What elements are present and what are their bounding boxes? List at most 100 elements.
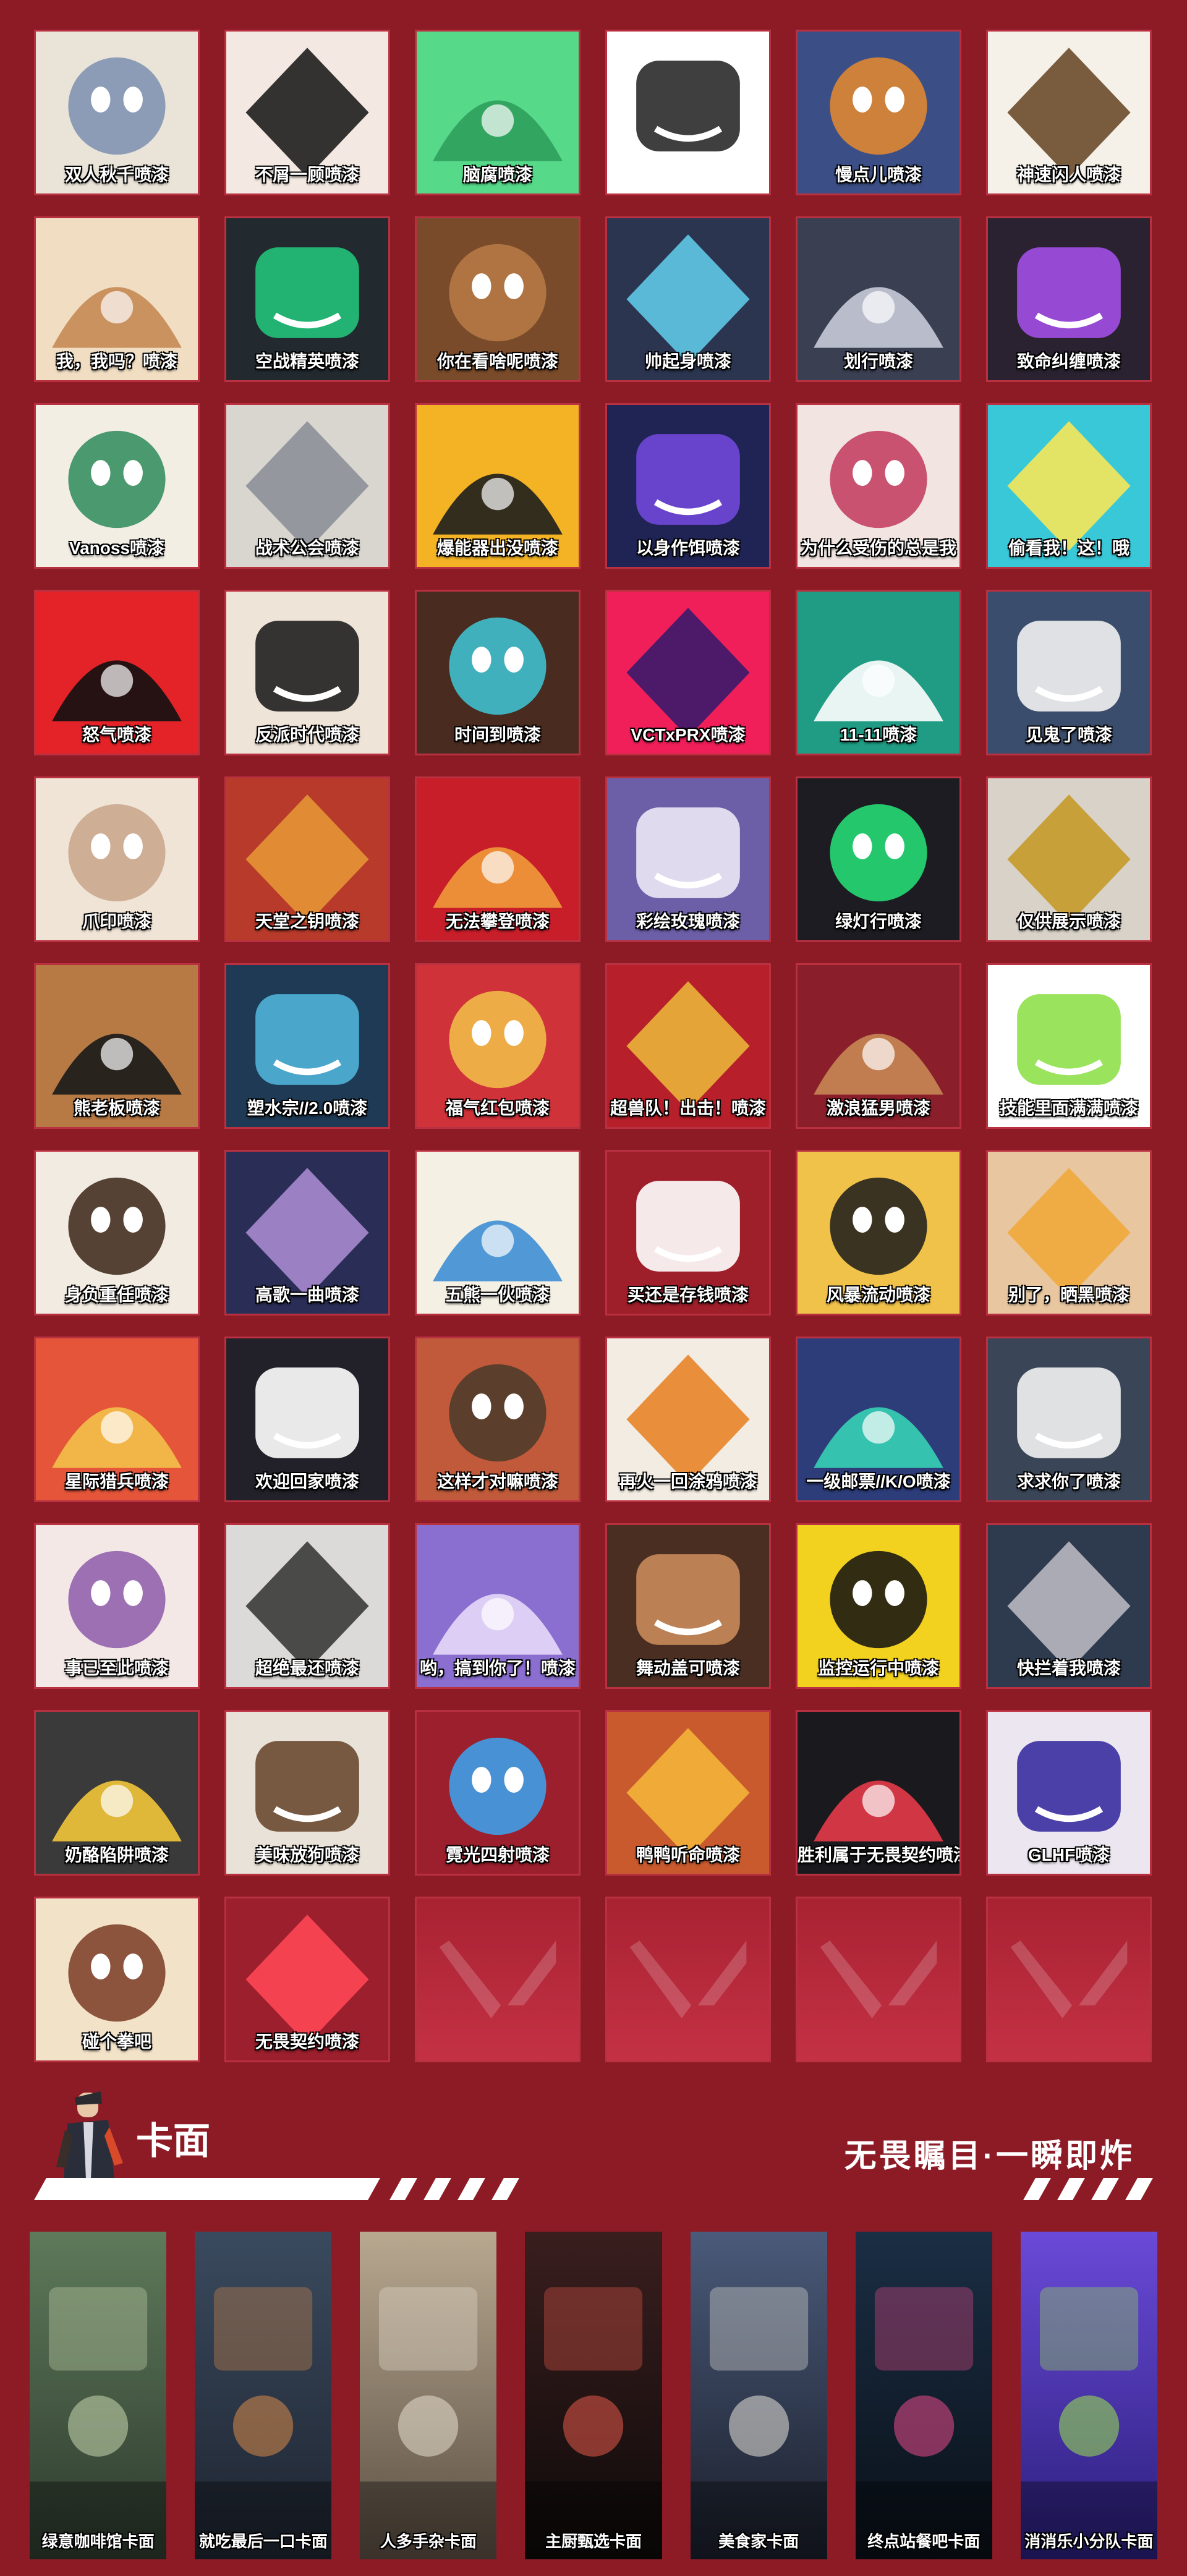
card-item[interactable]: 消消乐小分队卡面	[1020, 2232, 1157, 2559]
spray-item[interactable]: 奶酪陷阱喷漆	[34, 1710, 200, 1876]
spray-item[interactable]: 这样才对嘛喷漆	[415, 1337, 581, 1502]
card-item[interactable]: 人多手杂卡面	[360, 2232, 497, 2559]
spray-item[interactable]: VCTxPRX喷漆	[605, 590, 771, 755]
spray-label: 高歌一曲喷漆	[255, 1285, 359, 1304]
spray-item[interactable]: 碰个拳吧	[34, 1897, 200, 2062]
spray-label: 霓光四射喷漆	[445, 1845, 550, 1864]
spray-item[interactable]: 鸭鸭听命喷漆	[605, 1710, 771, 1876]
spray-item[interactable]	[605, 30, 771, 195]
spray-item[interactable]: 买还是存钱喷漆	[605, 1150, 771, 1316]
card-item[interactable]: 主厨甄选卡面	[525, 2232, 662, 2559]
spray-item[interactable]: 监控运行中喷漆	[796, 1523, 961, 1689]
spray-label: 天堂之钥喷漆	[255, 912, 359, 931]
spray-item[interactable]: 划行喷漆	[796, 216, 961, 382]
spray-item[interactable]: 见鬼了喷漆	[986, 590, 1152, 755]
card-item[interactable]: 终点站餐吧卡面	[855, 2232, 992, 2559]
spray-item[interactable]: 超兽队！出击！喷漆	[605, 963, 771, 1129]
spray-item[interactable]: 超绝最还喷漆	[224, 1523, 390, 1689]
spray-label: 超绝最还喷漆	[255, 1659, 359, 1678]
spray-label: 福气红包喷漆	[445, 1099, 550, 1118]
spray-item[interactable]: 高歌一曲喷漆	[224, 1150, 390, 1316]
spray-label: 仅供展示喷漆	[1016, 912, 1121, 931]
spray-item[interactable]: GLHF喷漆	[986, 1710, 1152, 1876]
spray-item[interactable]: Vanoss喷漆	[34, 403, 200, 569]
spray-item[interactable]: 事已至此喷漆	[34, 1523, 200, 1689]
spray-label: 身负重任喷漆	[64, 1285, 169, 1304]
spray-label: 碰个拳吧	[82, 2032, 151, 2051]
spray-item[interactable]: 一级邮票//K/O喷漆	[796, 1337, 961, 1502]
spray-label: 欢迎回家喷漆	[255, 1472, 359, 1491]
spray-item[interactable]: 霓光四射喷漆	[415, 1710, 581, 1876]
spray-item[interactable]: 无畏契约喷漆	[224, 1897, 390, 2062]
card-item[interactable]: 绿意咖啡馆卡面	[30, 2232, 167, 2559]
puzzle-game-icon	[1020, 2287, 1157, 2559]
spray-item[interactable]: 福气红包喷漆	[415, 963, 581, 1129]
spray-label: Vanoss喷漆	[69, 538, 165, 558]
spray-item[interactable]: 爆能器出没喷漆	[415, 403, 581, 569]
spray-item[interactable]: 快拦着我喷漆	[986, 1523, 1152, 1689]
spray-item[interactable]: 神速闪人喷漆	[986, 30, 1152, 195]
spray-item[interactable]: 技能里面满满喷漆	[986, 963, 1152, 1129]
spray-item[interactable]: 星际猎兵喷漆	[34, 1337, 200, 1502]
spray-item[interactable]: 双人秋千喷漆	[34, 30, 200, 195]
spray-label: 这样才对嘛喷漆	[436, 1472, 558, 1491]
card-item[interactable]: 美食家卡面	[690, 2232, 827, 2559]
spray-label: 11-11喷漆	[840, 725, 917, 744]
valorant-watermark-icon	[629, 1941, 747, 2018]
spray-label: 鸭鸭听命喷漆	[636, 1845, 740, 1864]
spray-item[interactable]: 帅起身喷漆	[605, 216, 771, 382]
spray-item[interactable]: 时间到喷漆	[415, 590, 581, 755]
spray-item[interactable]: 再火一回涂鸦喷漆	[605, 1337, 771, 1502]
spray-item[interactable]: 不屑一顾喷漆	[224, 30, 390, 195]
spray-item[interactable]: 为什么受伤的总是我	[796, 403, 961, 569]
spray-label: 你在看啥呢喷漆	[436, 352, 558, 371]
spray-label: 战术公会喷漆	[255, 538, 359, 558]
spray-label: 无畏契约喷漆	[255, 2032, 359, 2051]
spray-label: 哟，搞到你了！喷漆	[419, 1659, 576, 1678]
spray-label: 致命纠缠喷漆	[1016, 352, 1121, 371]
spray-item[interactable]: 慢点儿喷漆	[796, 30, 961, 195]
card-label: 就吃最后一口卡面	[198, 2532, 328, 2551]
spray-item[interactable]: 激浪猛男喷漆	[796, 963, 961, 1129]
spray-item[interactable]: 美味放狗喷漆	[224, 1710, 390, 1876]
spray-item[interactable]: 偷看我！这！哦	[986, 403, 1152, 569]
spray-label: 胜利属于无畏契约喷漆	[798, 1845, 961, 1864]
spray-label: 一级邮票//K/O喷漆	[806, 1472, 951, 1491]
spray-item[interactable]: 致命纠缠喷漆	[986, 216, 1152, 382]
empty-slot	[986, 1897, 1152, 2062]
spray-item[interactable]: 我，我吗？喷漆	[34, 216, 200, 382]
spray-item[interactable]: 战术公会喷漆	[224, 403, 390, 569]
spray-item[interactable]: 你在看啥呢喷漆	[415, 216, 581, 382]
spray-item[interactable]: 脑腐喷漆	[415, 30, 581, 195]
spray-item[interactable]: 绿灯行喷漆	[796, 776, 961, 942]
spray-item[interactable]: 塑水宗//2.0喷漆	[224, 963, 390, 1129]
spray-item[interactable]: 11-11喷漆	[796, 590, 961, 755]
spray-item[interactable]: 无法攀登喷漆	[415, 776, 581, 942]
spray-item[interactable]: 反派时代喷漆	[224, 590, 390, 755]
spray-item[interactable]: 以身作饵喷漆	[605, 403, 771, 569]
spray-item[interactable]: 别了，晒黑喷漆	[986, 1150, 1152, 1316]
spray-label: 绿灯行喷漆	[835, 912, 922, 931]
spray-item[interactable]: 风暴流动喷漆	[796, 1150, 961, 1316]
spray-item[interactable]: 胜利属于无畏契约喷漆	[796, 1710, 961, 1876]
card-label: 人多手杂卡面	[380, 2532, 477, 2551]
spray-item[interactable]: 五熊一伙喷漆	[415, 1150, 581, 1316]
spray-item[interactable]: 哟，搞到你了！喷漆	[415, 1523, 581, 1689]
spray-label: 划行喷漆	[843, 352, 913, 371]
spray-item[interactable]: 求求你了喷漆	[986, 1337, 1152, 1502]
header-stripe-right	[1023, 2178, 1153, 2200]
valorant-watermark-icon	[820, 1941, 937, 2018]
spray-item[interactable]: 熊老板喷漆	[34, 963, 200, 1129]
spray-item[interactable]: 空战精英喷漆	[224, 216, 390, 382]
spray-item[interactable]: 爪印喷漆	[34, 776, 200, 942]
spray-item[interactable]: 怒气喷漆	[34, 590, 200, 755]
spray-item[interactable]: 仅供展示喷漆	[986, 776, 1152, 942]
spray-item[interactable]: 天堂之钥喷漆	[224, 776, 390, 942]
spray-label: 偷看我！这！哦	[1008, 538, 1130, 558]
spray-item[interactable]: 彩绘玫瑰喷漆	[605, 776, 771, 942]
card-label: 终点站餐吧卡面	[867, 2532, 981, 2551]
spray-item[interactable]: 身负重任喷漆	[34, 1150, 200, 1316]
card-item[interactable]: 就吃最后一口卡面	[195, 2232, 332, 2559]
spray-item[interactable]: 舞动盖可喷漆	[605, 1523, 771, 1689]
spray-item[interactable]: 欢迎回家喷漆	[224, 1337, 390, 1502]
